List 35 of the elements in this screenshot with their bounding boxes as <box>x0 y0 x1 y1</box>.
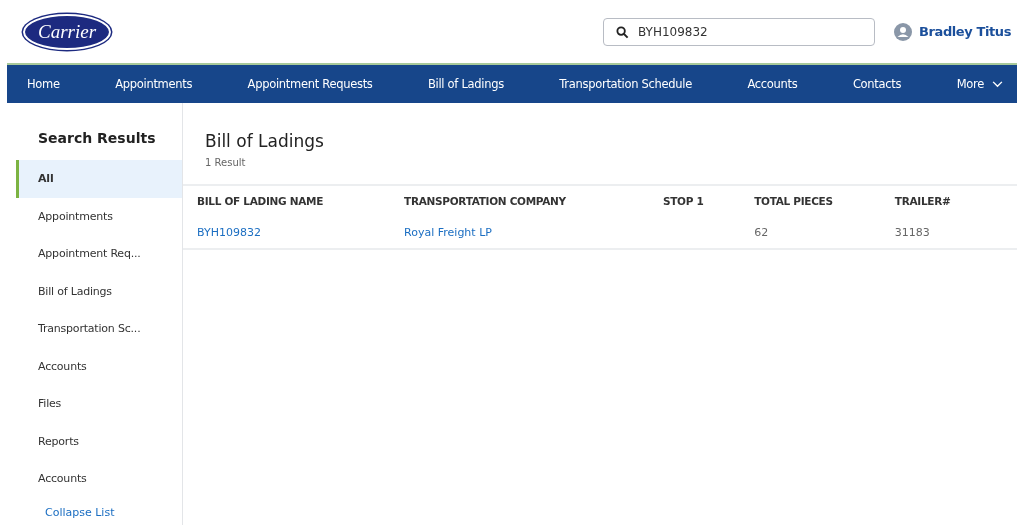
search-field[interactable]: BYH109832 <box>603 17 875 46</box>
table-cell: 62 <box>753 216 894 249</box>
sidebar-item[interactable]: Transportation Sc... <box>16 310 182 348</box>
nav-tab[interactable]: Appointment Requests <box>247 73 373 95</box>
table-link[interactable]: BYH109832 <box>197 225 261 239</box>
column-header: TOTAL PIECES <box>753 185 894 216</box>
column-header: TRAILER# <box>893 185 1015 216</box>
sidebar-item[interactable]: Accounts <box>16 460 182 498</box>
nav-tab[interactable]: Appointments <box>115 73 193 95</box>
user-name[interactable]: Bradley Titus <box>919 24 1011 39</box>
sidebar-item[interactable]: Reports <box>16 422 182 460</box>
chevron-down-icon <box>991 80 1003 88</box>
sidebar-item[interactable]: Appointment Req... <box>16 235 182 273</box>
logo[interactable]: Carrier <box>23 13 111 50</box>
avatar-icon[interactable] <box>894 22 912 41</box>
sidebar-title: Search Results <box>37 129 157 148</box>
collapse-link[interactable]: Collapse List <box>45 505 115 519</box>
table-cell: 31183 <box>893 216 1015 249</box>
sidebar-item[interactable]: Files <box>16 385 182 423</box>
nav-tab[interactable]: Transportation Schedule <box>559 73 692 95</box>
sidebar-item[interactable]: Appointments <box>16 197 182 235</box>
sidebar-item[interactable]: All <box>16 160 182 198</box>
column-header: STOP 1 <box>662 185 754 216</box>
nav-tab[interactable]: Accounts <box>747 73 798 95</box>
sidebar-item[interactable]: Bill of Ladings <box>16 272 182 310</box>
nav-tab[interactable]: Bill of Ladings <box>428 73 504 95</box>
sidebar-item[interactable]: Accounts <box>16 347 182 385</box>
nav-tab[interactable]: Contacts <box>852 73 902 95</box>
section-title: Bill of Ladings <box>205 131 324 151</box>
column-header: BILL OF LADING NAME <box>183 185 404 216</box>
column-header: TRANSPORTATION COMPANY <box>403 185 662 216</box>
nav-tab[interactable]: Home <box>27 73 60 95</box>
nav-menu[interactable]: More <box>956 73 1003 95</box>
result-count: 1 Result <box>205 157 246 168</box>
table-link[interactable]: Royal Freight LP <box>404 225 492 239</box>
